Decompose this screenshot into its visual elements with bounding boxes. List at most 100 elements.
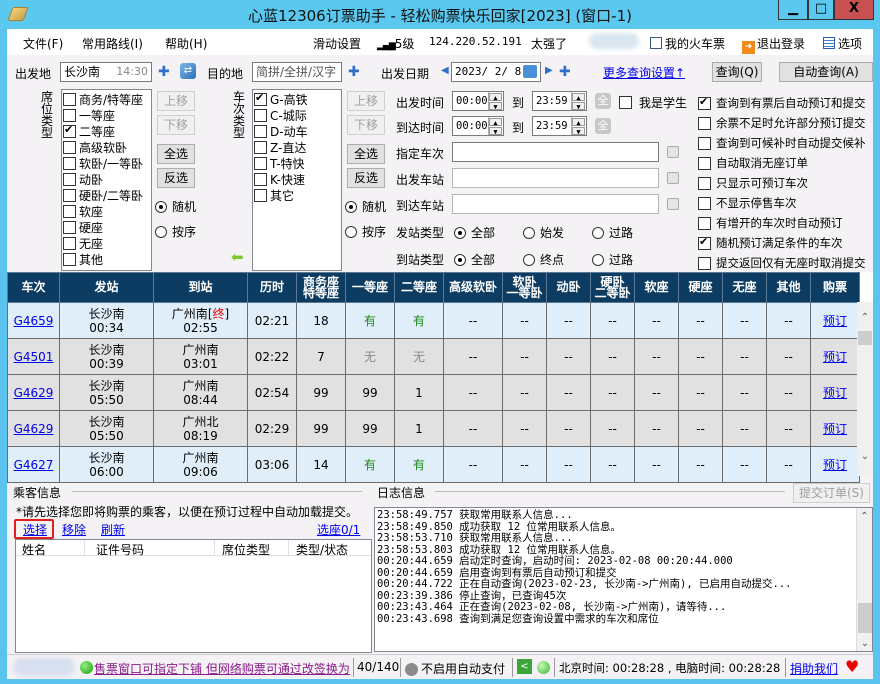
more-query-settings-link[interactable]: 更多查询设置↑ [603,64,685,81]
option-checkbox[interactable]: 只显示可预订车次 [698,173,873,193]
add-from-icon[interactable]: ✚ [158,65,170,79]
arrive-all-button[interactable]: 全 [595,118,611,134]
search-depart-station-icon[interactable] [667,172,679,184]
log-scrollbar[interactable]: ⌃ ⌄ [856,508,872,651]
train-type-checkbox[interactable]: 其它 [254,187,340,203]
table-scrollbar[interactable]: ⌃ ⌄ [857,302,873,476]
train-invert-button[interactable]: 反选 [347,168,385,188]
train-type-checkbox[interactable]: Z-直达 [254,139,340,155]
train-number-link[interactable]: G4627 [14,458,54,472]
specified-train-input[interactable] [452,142,659,162]
train-random-radio[interactable]: 随机 [345,198,386,215]
prev-date-icon[interactable]: ◀ [441,65,449,76]
menu-file[interactable]: 文件(F) [23,35,63,52]
slide-settings[interactable]: 滑动设置 [313,35,361,52]
add-to-icon[interactable]: ✚ [348,65,360,79]
share-icon[interactable]: < [517,659,532,674]
option-checkbox[interactable]: 查询到有票后自动预订和提交 [698,93,873,113]
option-checkbox[interactable]: 余票不足时允许部分预订提交 [698,113,873,133]
scroll-down-icon[interactable]: ⌄ [857,451,873,462]
log-scroll-thumb[interactable] [858,603,872,633]
option-checkbox[interactable]: 有增开的车次时自动预订 [698,213,873,233]
seat-type-checkbox[interactable]: 硬座 [63,219,150,235]
train-select-all-button[interactable]: 全选 [347,144,385,164]
seat-type-checkbox[interactable]: 动卧 [63,171,150,187]
donate-link[interactable]: 捐助我们 [790,660,838,677]
query-button[interactable]: 查询(Q) [712,62,762,82]
train-type-checkbox[interactable]: T-特快 [254,155,340,171]
seat-type-checkbox[interactable]: 硬卧/二等卧 [63,187,150,203]
close-button[interactable]: X [834,0,874,20]
depart-time-from-input[interactable]: 00:00 ▲ ▼ [452,91,504,111]
train-number-link[interactable]: G4659 [14,314,54,328]
train-move-up-button[interactable]: 上移 [347,91,385,111]
seat-invert-button[interactable]: 反选 [157,168,195,188]
add-date-icon[interactable]: ✚ [559,65,571,79]
remove-passenger-link[interactable]: 移除 [62,521,86,538]
option-checkbox[interactable]: 不显示停售车次 [698,193,873,213]
left-arrow-icon[interactable]: ⬅ [231,248,244,266]
notice-link[interactable]: 售票窗口可指定下铺 但网络购票可通过改签换为 [94,660,350,677]
options-button[interactable]: 选项 [823,35,862,52]
seat-random-radio[interactable]: 随机 [155,198,196,215]
option-checkbox[interactable]: 查询到可候补时自动提交候补 [698,133,873,153]
date-input[interactable]: 2023/ 2/ 8 [451,62,541,82]
refresh-passenger-link[interactable]: 刷新 [101,521,125,538]
seat-type-checkbox[interactable]: 高级软卧 [63,139,150,155]
logout-button[interactable]: ➜ 退出登录 [742,35,805,54]
seat-move-up-button[interactable]: 上移 [157,91,195,111]
to-station-input[interactable]: 简拼/全拼/汉字 [252,62,342,82]
train-number-link[interactable]: G4501 [14,350,54,364]
train-move-down-button[interactable]: 下移 [347,115,385,135]
depart-type-origin-radio[interactable]: 始发 [523,224,564,241]
train-type-checkbox[interactable]: G-高铁 [254,91,340,107]
train-type-checkbox[interactable]: K-快速 [254,171,340,187]
swap-stations-icon[interactable]: ⇄ [180,63,196,79]
option-checkbox[interactable]: 提交返回仅有无座时取消提交 [698,253,873,273]
arrive-type-terminal-radio[interactable]: 终点 [523,251,564,268]
seat-move-down-button[interactable]: 下移 [157,115,195,135]
depart-from-spinner[interactable]: ▲ ▼ [488,92,502,110]
submit-order-button[interactable]: 提交订单(S) [793,483,870,503]
seat-type-checkbox[interactable]: 一等座 [63,107,150,123]
scroll-up-icon[interactable]: ⌃ [857,312,873,323]
book-link[interactable]: 预订 [823,314,847,328]
student-checkbox[interactable]: 我是学生 [619,94,687,111]
depart-type-all-radio[interactable]: 全部 [454,224,495,241]
seat-ordered-radio[interactable]: 按序 [155,223,196,240]
depart-type-passing-radio[interactable]: 过路 [592,224,633,241]
option-checkbox[interactable]: 自动取消无座订单 [698,153,873,173]
seat-type-checkbox[interactable]: 其他 [63,251,150,267]
arrive-type-all-radio[interactable]: 全部 [454,251,495,268]
depart-time-to-input[interactable]: 23:59 ▲ ▼ [532,91,587,111]
menu-help[interactable]: 帮助(H) [165,35,207,52]
scroll-thumb[interactable] [858,331,872,345]
book-link[interactable]: 预订 [823,422,847,436]
next-date-icon[interactable]: ▶ [545,65,553,76]
search-train-icon[interactable] [667,146,679,158]
seat-type-checkbox[interactable]: 软座 [63,203,150,219]
menu-routes[interactable]: 常用路线(I) [82,35,143,52]
seat-select-all-button[interactable]: 全选 [157,144,195,164]
depart-to-spinner[interactable]: ▲ ▼ [571,92,585,110]
auto-query-button[interactable]: 自动查询(A) [779,62,873,82]
calendar-icon[interactable] [523,65,537,78]
arrive-to-spinner[interactable]: ▲ ▼ [571,117,585,135]
train-type-checkbox[interactable]: D-动车 [254,123,340,139]
my-tickets-button[interactable]: 我的火车票 [650,35,725,52]
seat-type-checkbox[interactable]: 商务/特等座 [63,91,150,107]
arrive-from-spinner[interactable]: ▲ ▼ [488,117,502,135]
from-station-input[interactable]: 长沙南 14:30 [60,62,152,82]
train-number-link[interactable]: G4629 [14,422,54,436]
auto-pay-status[interactable]: 不启用自动支付 [405,660,505,677]
seat-type-checkbox[interactable]: 软卧/一等卧 [63,155,150,171]
option-checkbox[interactable]: 随机预订满足条件的车次 [698,233,873,253]
train-ordered-radio[interactable]: 按序 [345,223,386,240]
log-scroll-down-icon[interactable]: ⌄ [857,638,873,649]
train-type-checkbox[interactable]: C-城际 [254,107,340,123]
select-passenger-link[interactable]: 选择 [23,521,47,538]
search-arrive-station-icon[interactable] [667,198,679,210]
maximize-button[interactable]: □ [808,0,834,20]
book-link[interactable]: 预订 [823,350,847,364]
seat-select-link[interactable]: 选座0/1 [317,521,360,538]
